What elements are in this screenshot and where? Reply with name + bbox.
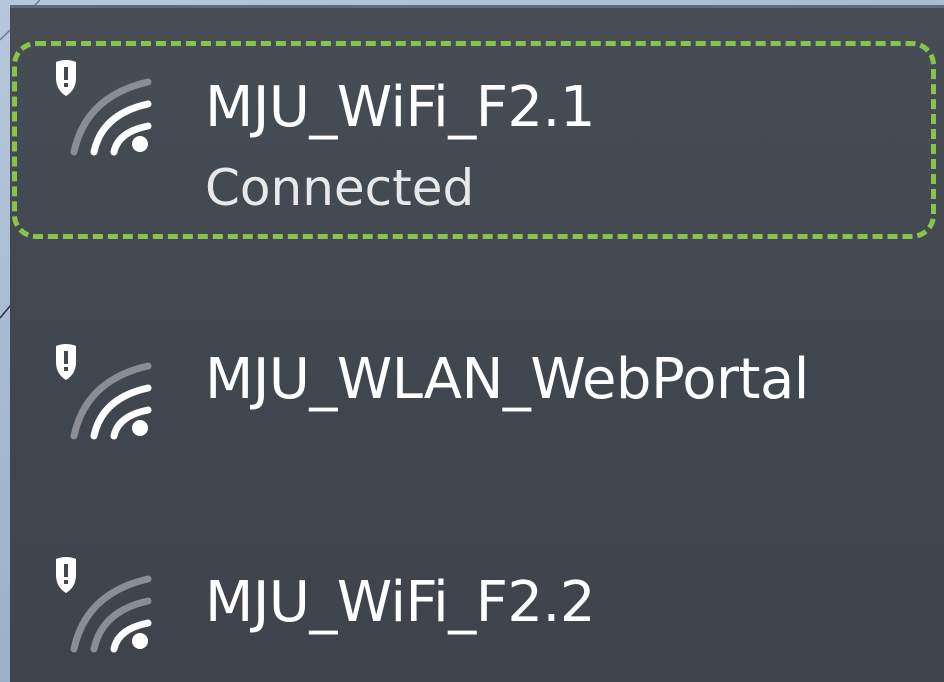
network-name: MJU_WiFi_F2.1 (205, 75, 595, 140)
network-item-mju-wifi-f2-2[interactable]: MJU_WiFi_F2.2 (10, 543, 944, 653)
network-item-mju-wifi-f2-1[interactable]: MJU_WiFi_F2.1 Connected (10, 38, 944, 243)
wifi-secured-icon (56, 557, 152, 653)
wifi-network-list: MJU_WiFi_F2.1 Connected MJU_WLAN_WebPort… (10, 5, 944, 682)
shield-warning-icon (56, 60, 76, 96)
network-name: MJU_WiFi_F2.2 (205, 570, 595, 635)
network-item-mju-wlan-webportal[interactable]: MJU_WLAN_WebPortal (10, 330, 944, 440)
wifi-secured-icon (56, 60, 152, 156)
wifi-secured-icon (56, 344, 152, 440)
network-status: Connected (205, 159, 475, 217)
shield-warning-icon (56, 344, 76, 380)
shield-warning-icon (56, 557, 76, 593)
network-name: MJU_WLAN_WebPortal (205, 347, 809, 412)
